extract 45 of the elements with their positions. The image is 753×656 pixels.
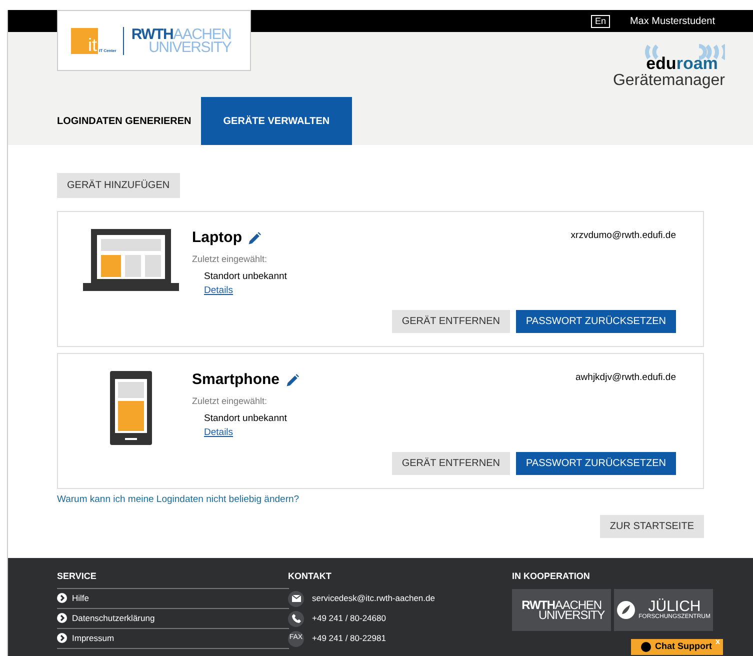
- phone-icon: [288, 610, 304, 626]
- footer-link[interactable]: Hilfe: [72, 592, 90, 604]
- last-connected-label: Zuletzt eingewählt:: [192, 394, 268, 408]
- remove-device-button[interactable]: GERÄT ENTFERNEN: [392, 310, 510, 332]
- rwth-partner-logo: RWTHAACHEN UNIVERSITY: [512, 588, 611, 630]
- contact-text: servicedesk@itc.rwth-aachen.de: [312, 592, 435, 605]
- footer-link[interactable]: Impressum: [72, 632, 114, 644]
- mail-icon: [288, 590, 304, 606]
- device-name: Laptop: [192, 228, 242, 248]
- chat-support-button[interactable]: Chat Support x: [631, 639, 723, 655]
- footer-heading: IN KOOPERATION: [512, 570, 591, 583]
- footer-link[interactable]: Datenschutzerklärung: [72, 612, 155, 624]
- last-connected-label: Zuletzt eingewählt:: [192, 252, 268, 266]
- reset-password-button[interactable]: PASSWORT ZURÜCKSETZEN: [516, 310, 676, 332]
- it-logo-icon: it: [71, 28, 98, 54]
- user-name[interactable]: Max Musterstudent: [630, 14, 715, 28]
- laptop-icon: [83, 229, 179, 293]
- help-link[interactable]: Warum kann ich meine Logindaten nicht beliebig ändern?: [57, 493, 300, 508]
- chevron-icon: [57, 593, 67, 603]
- language-button[interactable]: En: [590, 14, 610, 28]
- contact-text: +49 241 / 80-22981: [312, 632, 386, 645]
- remove-device-button[interactable]: GERÄT ENTFERNEN: [392, 452, 510, 474]
- smartphone-icon: [110, 371, 152, 445]
- footer-heading: KONTAKT: [288, 570, 332, 583]
- app-subtitle: Gerätemanager: [612, 72, 725, 90]
- details-link[interactable]: Details: [204, 426, 234, 440]
- device-account: xrzvdumo@rwth.edufi.de: [570, 229, 676, 243]
- details-link[interactable]: Details: [204, 284, 234, 298]
- contact-text: +49 241 / 80-24680: [312, 612, 386, 625]
- home-button[interactable]: ZUR STARTSEITE: [600, 515, 704, 538]
- device-location: Standort unbekannt: [204, 270, 288, 284]
- device-account: awhjkdjv@rwth.edufi.de: [576, 371, 676, 385]
- eduroam-logo: eduroam: [639, 44, 725, 72]
- device-location: Standort unbekannt: [204, 412, 288, 426]
- reset-password-button[interactable]: PASSWORT ZURÜCKSETZEN: [516, 452, 676, 474]
- device-name: Smartphone: [192, 370, 280, 390]
- rwth-logo: RWTHAACHEN UNIVERSITY: [131, 28, 232, 54]
- tab[interactable]: GERÄTE VERWALTEN: [201, 97, 352, 145]
- pencil-icon[interactable]: [248, 232, 261, 245]
- chevron-icon: [57, 633, 67, 643]
- tab[interactable]: LOGINDATEN GENERIEREN: [57, 97, 202, 145]
- chevron-icon: [57, 613, 67, 623]
- pencil-icon[interactable]: [286, 374, 299, 387]
- add-device-button[interactable]: GERÄT HINZUFÜGEN: [57, 173, 180, 198]
- footer-heading: SERVICE: [57, 570, 289, 588]
